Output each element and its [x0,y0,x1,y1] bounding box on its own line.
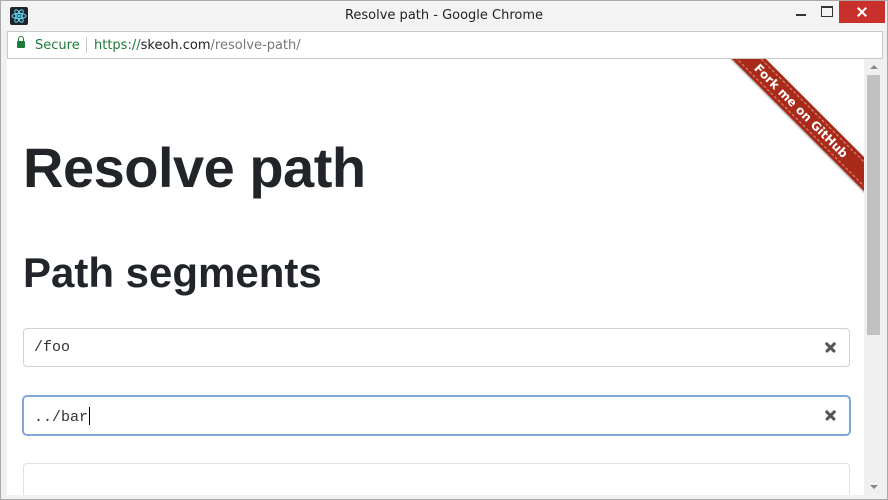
scroll-up-arrow-icon[interactable] [864,59,883,75]
lock-icon [17,36,25,48]
text-caret [89,407,91,425]
scroll-thumb[interactable] [867,75,880,335]
url-host: skeoh.com [140,38,211,53]
clear-icon[interactable] [824,409,837,422]
path-segment-value: /foo [34,339,71,356]
address-separator [86,37,87,53]
page-title: Resolve path [23,136,366,199]
page-content: Resolve path Path segments /foo ../bar F… [7,59,864,495]
clear-icon[interactable] [824,341,837,354]
address-bar[interactable]: Secure https://skeoh.com/resolve-path/ [7,31,883,59]
secure-label[interactable]: Secure [35,38,80,53]
page-viewport: Resolve path Path segments /foo ../bar F… [7,59,883,495]
window-title: Resolve path - Google Chrome [344,8,544,23]
minimize-button[interactable] [787,1,815,23]
url-text[interactable]: https://skeoh.com/resolve-path/ [94,38,301,53]
path-segment-input[interactable]: /foo [23,328,850,367]
maximize-button[interactable] [815,1,839,23]
url-path: /resolve-path/ [210,38,301,53]
url-scheme: https:// [94,38,141,53]
fork-on-github-ribbon[interactable]: Fork me on GitHub [718,59,864,194]
browser-window: Resolve path - Google Chrome Secure http… [0,0,888,500]
path-segment-input[interactable] [23,463,850,495]
close-window-button[interactable] [839,1,885,23]
section-heading: Path segments [23,249,322,296]
scroll-down-arrow-icon[interactable] [864,479,883,495]
ribbon-label: Fork me on GitHub [720,59,864,192]
path-segment-input[interactable]: ../bar [23,396,850,435]
title-bar: Resolve path - Google Chrome [1,1,887,31]
path-segment-value: ../bar [34,407,91,426]
vertical-scrollbar[interactable] [864,59,883,495]
